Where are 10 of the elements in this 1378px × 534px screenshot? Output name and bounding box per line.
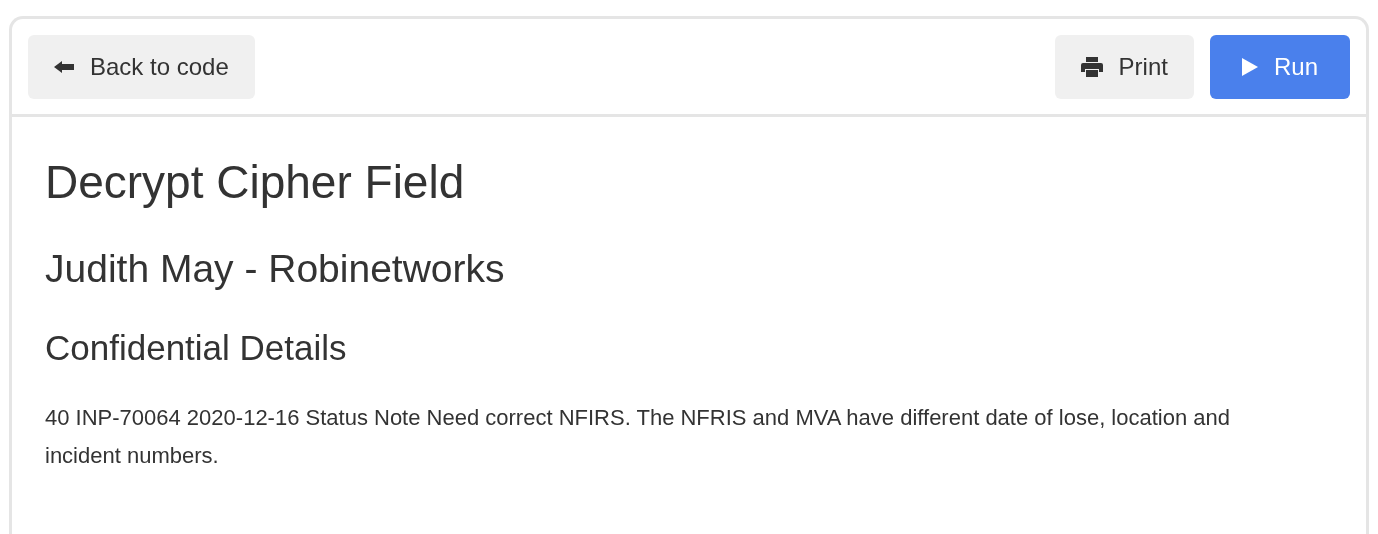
play-icon	[1241, 57, 1258, 76]
back-button[interactable]: Back to code	[28, 34, 255, 99]
printer-icon	[1080, 56, 1103, 77]
print-button[interactable]: Print	[1054, 34, 1194, 99]
details-paragraph: 40 INP-70064 2020-12-16 Status Note Need correct NFIRS. The NFRIS and MVA have different date of lose, location and incident numbers.	[45, 404, 1231, 470]
arrow-left-icon	[54, 59, 74, 74]
run-button[interactable]: Run	[1209, 34, 1350, 99]
section-heading: Confidential Details	[45, 327, 348, 369]
page-subtitle: Judith May - Robinetworks	[45, 246, 506, 293]
page-title: Decrypt Cipher Field	[45, 155, 466, 210]
